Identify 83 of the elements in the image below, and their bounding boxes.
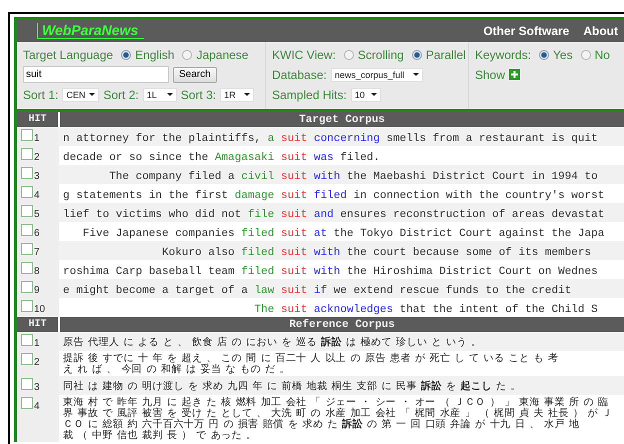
column-header: Reference Corpus (59, 317, 624, 332)
hit-number: 4 (34, 190, 40, 201)
radio-button[interactable] (539, 50, 550, 60)
concordance-line: decade or so since the Amagasaki suit was filed. (63, 152, 380, 164)
concordance-line: e might become a target of a law suit if we extend rescue funds to the credit (63, 284, 572, 296)
reference-sentence: 提訴 後 すでに 十 年 を 超え 、 この 間 に 百二十 人 以上 の 原告 患者 が 死亡 し て いる こと も 考え れ ば 、 今回 の 和解 は 妥当 な もの だ 。 (63, 353, 560, 375)
hit-number: 3 (34, 171, 40, 182)
concordance-line: The company filed a civil suit with the Maebashi District Court in 1994 to (108, 170, 598, 182)
checkbox[interactable] (21, 262, 33, 274)
field-label: Database: (272, 68, 327, 82)
concordance-line: Kokuro also filed suit with the court because some of its members (161, 246, 592, 258)
search-field[interactable]: suit (23, 66, 169, 83)
concordance-line: The suit acknowledges that the intent of the Child S (253, 304, 598, 316)
reference-sentence: 東海 村 で 昨年 九月 に 起き た 核 燃料 加工 会社 「 ジェー ・ シー ・ オー （ ＪＣＯ ） 」 東海 事業 所 の 臨界 事故 で 風評 被害 を 受け た として 、 大洗 町 の 水産 加工 会社 「 梶間 水産 」 （ 梶間 貞 夫 社長 ） が ＪＣＯ に 総額 約 六千百六十万 円 の 損害 賠償 を 求め た 訴訟 の 第 一 回 口頭 弁論 が 十九 日 、 水戸 地裁 （ 中野 信也 裁判 長 ） で あった 。 (63, 397, 614, 441)
checkbox[interactable] (21, 224, 33, 236)
checkbox[interactable] (21, 205, 33, 217)
radio-label: Parallel (426, 48, 466, 62)
field-label: Sort 1: (23, 88, 58, 102)
reference-sentence: 同社 は 建物 の 明け渡し を 求め 九四 年 に 前橋 地裁 桐生 支部 に 民事 訴訟 を 起こし た 。 (63, 380, 522, 392)
plus-icon[interactable] (509, 69, 520, 80)
caret-icon (166, 93, 173, 96)
radio-button[interactable] (344, 50, 354, 60)
checkbox[interactable] (21, 167, 33, 179)
field-label: Sort 3: (180, 88, 216, 102)
sort-dropdown[interactable]: 1L (142, 88, 177, 102)
reference-sentence: 原告 代理人 に よる と 、 飲食 店 の におい を 巡る 訴訟 は 極めて 珍しい と いう 。 (63, 336, 482, 348)
radio-button[interactable] (182, 50, 192, 60)
radio-label: Scrolling (358, 48, 404, 62)
checkbox[interactable] (21, 334, 33, 346)
radio-label: Yes (553, 48, 573, 62)
sampled-hits-dropdown[interactable]: 10 (350, 88, 381, 102)
hit-number: 2 (34, 357, 40, 368)
checkbox[interactable] (21, 129, 33, 141)
concordance-line: g statements in the first damage suit filed in connection with the country's worst (63, 190, 604, 202)
database-dropdown[interactable]: news_corpus_full (330, 68, 423, 82)
concordance-line: Five Japanese companies filed suit at the Tokyo District Court against the Japa (82, 228, 604, 240)
radio-label: English (135, 48, 174, 62)
hit-number: 8 (34, 266, 40, 277)
checkbox[interactable] (21, 243, 33, 255)
sort-dropdown[interactable]: 1R (220, 88, 254, 102)
checkbox[interactable] (21, 148, 33, 160)
hit-number: 3 (34, 382, 40, 393)
checkbox[interactable] (21, 281, 33, 293)
site-logo[interactable]: WebParaNews (37, 23, 144, 39)
field-label: Target Language (23, 48, 114, 62)
hit-number: 6 (34, 228, 40, 239)
hit-number: 7 (34, 247, 40, 258)
hit-number: 9 (34, 285, 40, 296)
column-header: HIT (17, 112, 59, 127)
column-header: HIT (17, 317, 59, 332)
show-link[interactable]: Show (475, 68, 506, 82)
search-button[interactable]: Search (173, 66, 217, 82)
hit-number: 1 (34, 338, 40, 349)
concordance-line: n attorney for the plaintiffs, a suit concerning smells from a restaurant is quit (63, 132, 598, 144)
caret-icon (89, 93, 96, 96)
column-header: Target Corpus (59, 112, 624, 127)
field-label: Sort 2: (103, 88, 139, 102)
caret-icon (370, 93, 377, 96)
checkbox[interactable] (21, 397, 33, 409)
hit-number: 4 (34, 401, 40, 412)
hit-number: 1 (34, 133, 40, 144)
radio-label: Japanese (196, 48, 248, 62)
radio-label: No (594, 48, 610, 62)
field-label: Sampled Hits: (272, 88, 347, 102)
field-label: Keywords: (475, 48, 532, 62)
checkbox[interactable] (21, 300, 33, 312)
hit-number: 2 (34, 152, 40, 163)
radio-button[interactable] (580, 50, 591, 60)
field-label: KWIC View: (272, 48, 336, 62)
checkbox[interactable] (21, 378, 33, 390)
hit-number: 5 (34, 209, 40, 220)
checkbox[interactable] (21, 353, 33, 365)
sort-dropdown[interactable]: CEN (62, 88, 100, 102)
nav-link[interactable]: Other Software (483, 24, 570, 38)
nav-link[interactable]: About (583, 24, 618, 38)
checkbox[interactable] (21, 186, 33, 198)
concordance-line: roshima Carp baseball team filed suit with the Hiroshima District Court on Wednes (63, 266, 598, 278)
radio-button[interactable] (412, 50, 422, 60)
hit-number: 10 (34, 304, 46, 315)
caret-icon (412, 73, 419, 76)
concordance-line: lief to victims who did not file suit and ensures reconstruction of areas devastat (63, 208, 604, 220)
radio-button[interactable] (121, 50, 132, 60)
caret-icon (244, 93, 250, 96)
